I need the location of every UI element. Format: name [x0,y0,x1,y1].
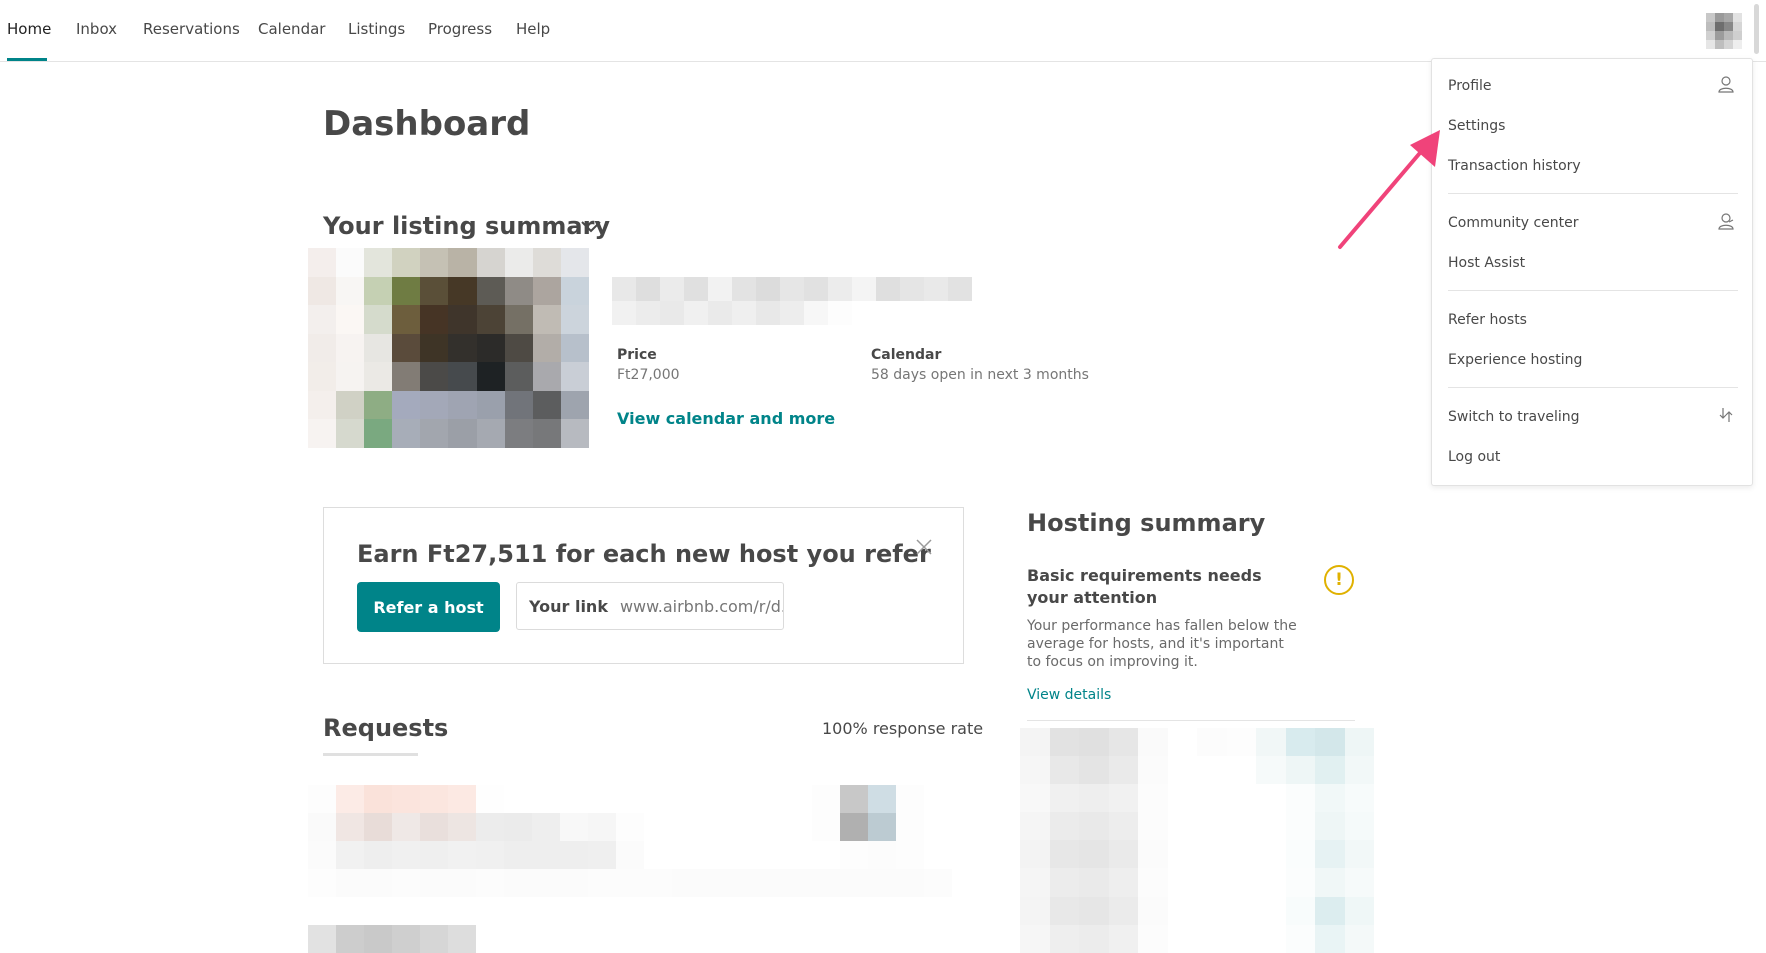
hosting-summary-body: Your performance has fallen below the av… [1027,618,1297,670]
divider [1027,720,1355,721]
active-tab-indicator [7,58,47,61]
nav-listings[interactable]: Listings [348,20,405,38]
menu-settings[interactable]: Settings [1448,118,1505,134]
referral-link-label: Your link [529,596,608,616]
listing-summary-heading[interactable]: Your listing summary [323,212,610,240]
menu-refer-hosts[interactable]: Refer hosts [1448,312,1527,328]
scrollbar[interactable] [1754,4,1759,54]
menu-community-center[interactable]: Community center [1448,215,1579,231]
menu-transaction-history[interactable]: Transaction history [1448,158,1581,174]
chevron-down-icon[interactable] [580,218,602,234]
calendar-label: Calendar [871,347,942,363]
person-icon [1718,76,1734,93]
avatar[interactable] [1706,13,1742,49]
refer-card: Earn Ft27,511 for each new host you refe… [323,507,964,664]
community-icon [1718,213,1734,230]
requests-underline [323,753,418,756]
nav-home[interactable]: Home [7,20,51,38]
nav-inbox[interactable]: Inbox [76,20,117,38]
view-calendar-link[interactable]: View calendar and more [617,409,835,428]
top-navigation: Home Inbox Reservations Calendar Listing… [0,0,1766,62]
calendar-value: 58 days open in next 3 months [871,367,1089,383]
switch-icon [1719,408,1733,422]
request-avatar[interactable] [308,925,476,953]
price-label: Price [617,347,657,363]
account-dropdown-menu: Profile Settings Transaction history Com… [1431,58,1753,486]
menu-host-assist[interactable]: Host Assist [1448,255,1525,271]
nav-reservations[interactable]: Reservations [143,20,240,38]
menu-divider [1448,387,1738,388]
warning-icon: ! [1324,565,1354,595]
menu-profile[interactable]: Profile [1448,78,1492,94]
menu-experience-hosting[interactable]: Experience hosting [1448,352,1582,368]
view-details-link[interactable]: View details [1027,687,1111,703]
refer-title: Earn Ft27,511 for each new host you refe… [357,540,931,568]
menu-divider [1448,193,1738,194]
hosting-summary-subtitle: Basic requirements needs your attention [1027,566,1262,607]
referral-link-field[interactable]: Your link www.airbnb.com/r/d... [516,582,784,630]
price-value: Ft27,000 [617,367,680,383]
close-icon[interactable] [915,538,933,556]
referral-link-value: www.airbnb.com/r/d... [619,596,784,616]
hosting-summary-title: Hosting summary [1027,509,1266,537]
nav-calendar[interactable]: Calendar [258,20,325,38]
hosting-stats [1020,728,1374,953]
page-title: Dashboard [323,104,531,144]
response-rate: 100% response rate [822,719,984,738]
refer-a-host-button[interactable]: Refer a host [357,582,500,632]
menu-switch-to-traveling[interactable]: Switch to traveling [1448,409,1580,425]
nav-help[interactable]: Help [516,20,550,38]
requests-title: Requests [323,714,449,742]
nav-progress[interactable]: Progress [428,20,492,38]
menu-divider [1448,290,1738,291]
menu-log-out[interactable]: Log out [1448,449,1500,465]
request-item[interactable] [308,785,980,897]
listing-name[interactable] [612,277,972,325]
listing-photo[interactable] [308,248,589,448]
